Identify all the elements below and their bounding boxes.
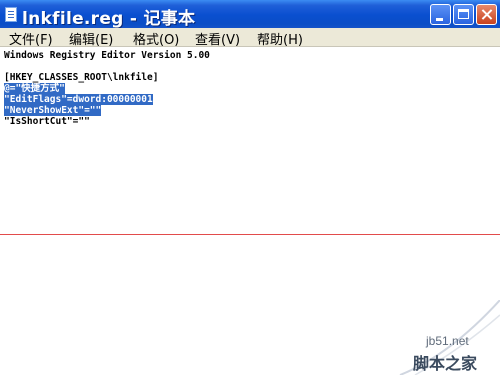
watermark-name: 脚本之家 xyxy=(413,354,478,373)
minimize-button[interactable] xyxy=(430,4,451,25)
close-button[interactable] xyxy=(476,4,497,25)
menu-help[interactable]: 帮助(H) xyxy=(257,29,303,48)
menu-format[interactable]: 格式(O) xyxy=(133,29,179,48)
text-line-selected: @="快捷方式" xyxy=(4,83,65,94)
title-bar[interactable]: lnkfile.reg - 记事本 xyxy=(0,0,500,30)
window-title: lnkfile.reg - 记事本 xyxy=(22,9,196,29)
menu-file[interactable]: 文件(F) xyxy=(9,29,53,48)
menu-view[interactable]: 查看(V) xyxy=(195,29,240,48)
guide-line xyxy=(0,234,500,235)
text-line: Windows Registry Editor Version 5.00 xyxy=(4,50,210,61)
menu-bar: 文件(F) 编辑(E) 格式(O) 查看(V) 帮助(H) xyxy=(0,28,500,48)
maximize-button[interactable] xyxy=(453,4,474,25)
text-line-selected: "EditFlags"=dword:00000001 xyxy=(4,94,153,105)
text-line-selected: "NeverShowExt"="" xyxy=(4,105,102,116)
watermark-site: jb51.net xyxy=(426,334,469,348)
text-line: [HKEY_CLASSES_ROOT\lnkfile] xyxy=(4,72,159,83)
menu-edit[interactable]: 编辑(E) xyxy=(69,29,113,48)
text-line: "IsShortCut"="" xyxy=(4,116,90,127)
notepad-icon xyxy=(5,7,17,22)
